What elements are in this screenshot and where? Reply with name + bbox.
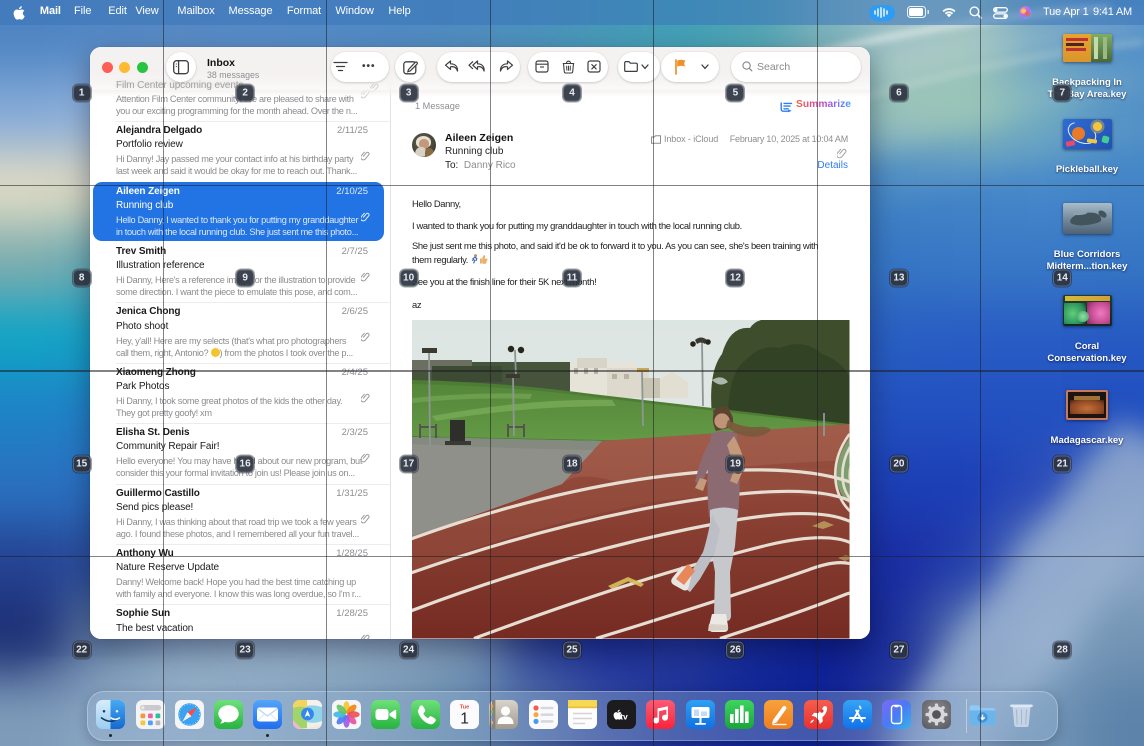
svg-text:Tue: Tue bbox=[460, 704, 470, 710]
svg-text:tv: tv bbox=[620, 712, 628, 722]
svg-text:1: 1 bbox=[460, 711, 469, 728]
